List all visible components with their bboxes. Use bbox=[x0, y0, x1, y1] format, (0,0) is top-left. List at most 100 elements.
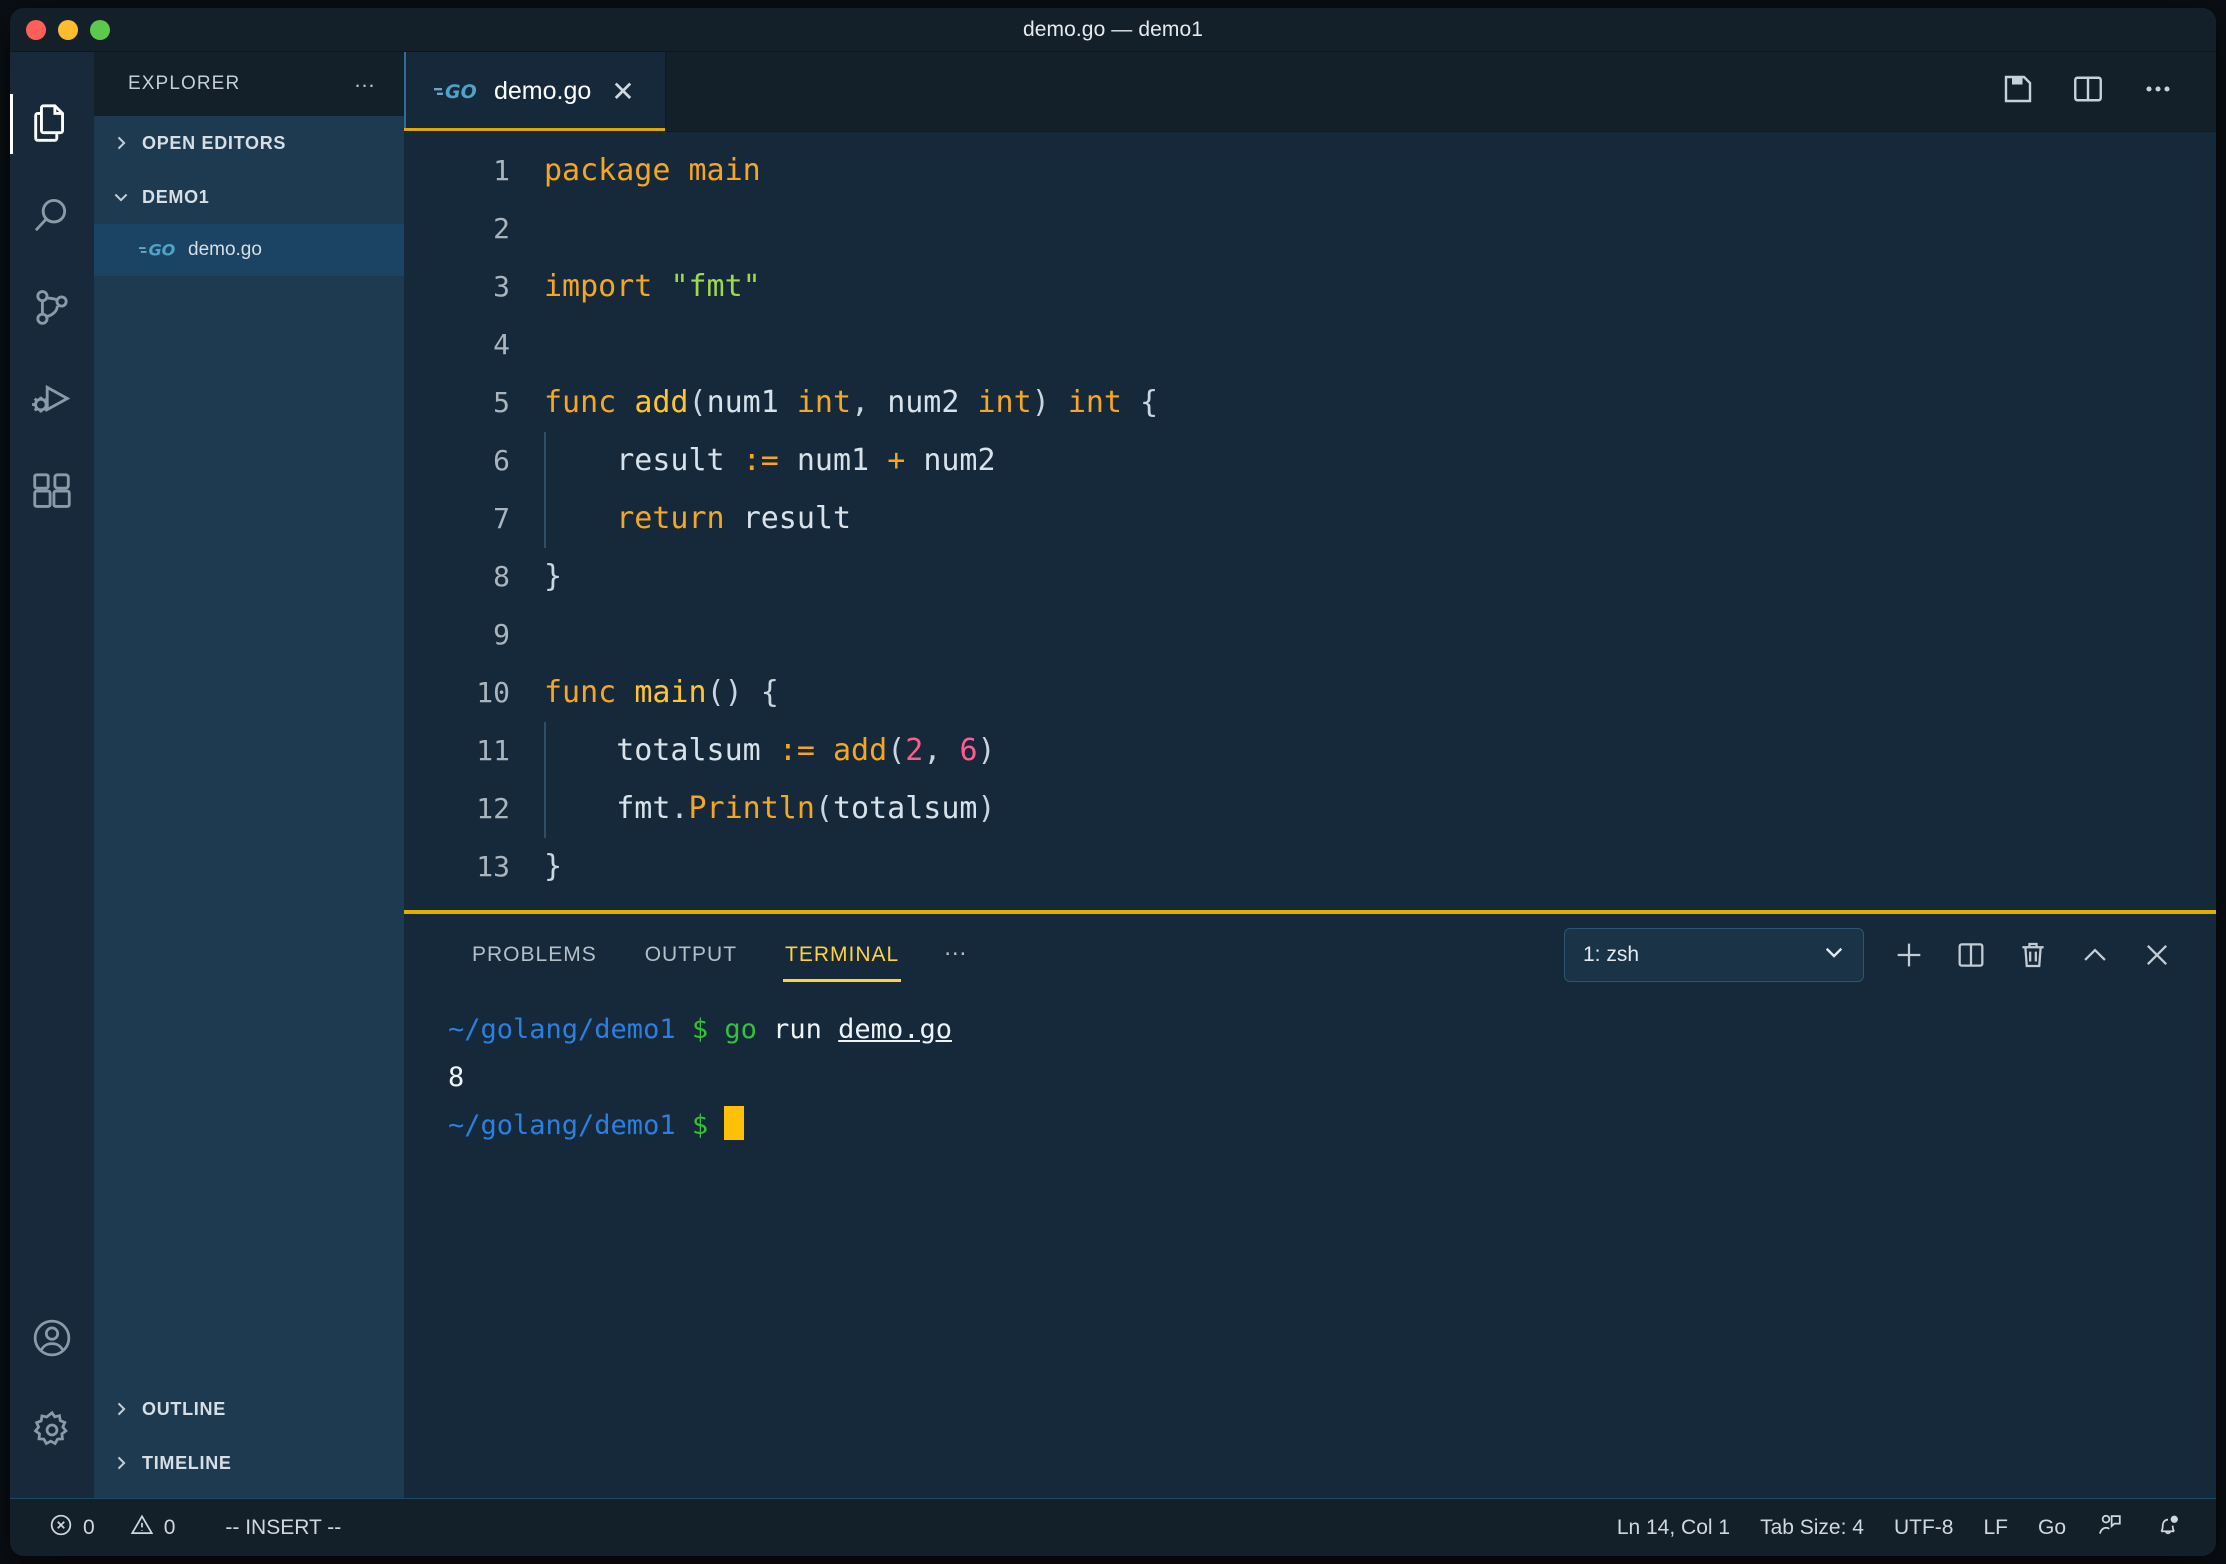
tab-problems[interactable]: PROBLEMS bbox=[448, 914, 621, 996]
ellipsis-icon[interactable] bbox=[2140, 71, 2176, 112]
sidebar-more-actions-button[interactable]: … bbox=[354, 75, 379, 93]
line-number: 8 bbox=[404, 548, 544, 606]
status-tab-size[interactable]: Tab Size: 4 bbox=[1748, 1516, 1876, 1540]
split-editor-icon[interactable] bbox=[2070, 71, 2106, 112]
status-language-mode[interactable]: Go bbox=[2026, 1516, 2078, 1540]
sidebar-section-timeline[interactable]: TIMELINE bbox=[94, 1436, 404, 1490]
line-content: } bbox=[544, 548, 562, 606]
terminal-file-link[interactable]: demo.go bbox=[838, 1014, 952, 1045]
terminal-prompt-symbol: $ bbox=[692, 1110, 708, 1141]
terminal-output[interactable]: ~/golang/demo1 $ go run demo.go 8 ~/gola… bbox=[404, 996, 2216, 1498]
line-number: 10 bbox=[404, 664, 544, 722]
files-icon bbox=[29, 101, 75, 147]
chevron-up-icon[interactable] bbox=[2078, 938, 2112, 972]
terminal-select[interactable]: 1: zsh bbox=[1564, 928, 1864, 982]
bottom-panel: PROBLEMS OUTPUT TERMINAL … 1: zsh bbox=[404, 914, 2216, 1498]
code-token bbox=[725, 501, 743, 536]
sidebar-section-outline[interactable]: OUTLINE bbox=[94, 1382, 404, 1436]
svg-text:GO: GO bbox=[445, 81, 477, 103]
code-token: () { bbox=[707, 675, 779, 710]
line-number: 14 bbox=[404, 896, 544, 914]
code-editor[interactable]: 1package main23import "fmt"45func add(nu… bbox=[404, 132, 2216, 914]
status-errors-count: 0 bbox=[83, 1516, 95, 1540]
sidebar-section-demo1[interactable]: DEMO1 bbox=[94, 170, 404, 224]
terminal-cursor bbox=[724, 1106, 744, 1140]
status-vim-mode: -- INSERT -- bbox=[197, 1516, 353, 1540]
status-feedback[interactable] bbox=[2084, 1511, 2136, 1545]
code-token bbox=[616, 385, 634, 420]
editor-group: GO demo.go ✕ bbox=[404, 52, 2216, 1498]
code-token: import bbox=[544, 269, 652, 304]
code-line: 9 bbox=[404, 606, 2216, 664]
code-token bbox=[779, 443, 797, 478]
status-tab-size-label: Tab Size: 4 bbox=[1760, 1516, 1864, 1540]
code-line: 14 bbox=[404, 896, 2216, 914]
split-icon[interactable] bbox=[1954, 938, 1988, 972]
explorer-file-demo-go[interactable]: GO demo.go bbox=[94, 224, 404, 276]
activity-item-explorer[interactable] bbox=[10, 78, 94, 170]
code-line: 6 result := num1 + num2 bbox=[404, 432, 2216, 490]
code-lines: 1package main23import "fmt"45func add(nu… bbox=[404, 132, 2216, 914]
run-debug-icon bbox=[29, 377, 75, 423]
close-icon[interactable]: ✕ bbox=[607, 78, 638, 106]
status-bar-left: 0 0 -- INSERT -- bbox=[10, 1512, 353, 1544]
code-token: Println bbox=[689, 791, 815, 826]
terminal-prompt-path: ~/golang/demo1 bbox=[448, 1110, 676, 1141]
zoom-window-button[interactable] bbox=[90, 20, 110, 40]
activity-item-run-and-debug[interactable] bbox=[10, 354, 94, 446]
save-icon[interactable] bbox=[2000, 71, 2036, 112]
minimize-window-button[interactable] bbox=[58, 20, 78, 40]
panel-tab-label: TERMINAL bbox=[785, 943, 899, 967]
editor-actions bbox=[2000, 52, 2216, 131]
panel-tabs: PROBLEMS OUTPUT TERMINAL … 1: zsh bbox=[404, 914, 2216, 996]
code-token: int bbox=[978, 385, 1032, 420]
tab-terminal[interactable]: TERMINAL bbox=[761, 914, 923, 996]
status-cursor-position[interactable]: Ln 14, Col 1 bbox=[1605, 1516, 1742, 1540]
code-token: int bbox=[797, 385, 851, 420]
vscode-window: demo.go — demo1 bbox=[10, 8, 2216, 1556]
panel-more-actions-button[interactable]: … bbox=[923, 934, 996, 976]
activity-item-source-control[interactable] bbox=[10, 262, 94, 354]
tab-output[interactable]: OUTPUT bbox=[621, 914, 761, 996]
code-token: , bbox=[923, 733, 959, 768]
traffic-lights bbox=[10, 20, 110, 40]
chevron-right-icon bbox=[108, 1453, 134, 1473]
trash-icon[interactable] bbox=[2016, 938, 2050, 972]
close-icon[interactable] bbox=[2140, 938, 2174, 972]
status-notifications[interactable] bbox=[2142, 1511, 2194, 1545]
bell-icon bbox=[2154, 1511, 2182, 1545]
status-encoding[interactable]: UTF-8 bbox=[1882, 1516, 1966, 1540]
code-token: ( bbox=[689, 385, 707, 420]
workbench-body: EXPLORER … OPEN EDITORS DEMO1 bbox=[10, 52, 2216, 1498]
code-token bbox=[779, 385, 797, 420]
sidebar-section-label: DEMO1 bbox=[142, 187, 210, 208]
code-token bbox=[905, 443, 923, 478]
code-token bbox=[544, 501, 616, 536]
panel-tab-label: PROBLEMS bbox=[472, 943, 597, 967]
code-token: . bbox=[670, 791, 688, 826]
activity-item-search[interactable] bbox=[10, 170, 94, 262]
tabs-filler bbox=[666, 52, 2000, 131]
activity-item-manage[interactable] bbox=[10, 1384, 94, 1476]
status-warnings[interactable]: 0 bbox=[117, 1512, 188, 1544]
code-token: := bbox=[779, 733, 815, 768]
indent-guide bbox=[544, 780, 546, 838]
close-window-button[interactable] bbox=[26, 20, 46, 40]
activity-item-extensions[interactable] bbox=[10, 446, 94, 538]
line-content: package main bbox=[544, 142, 761, 200]
panel-tools: 1: zsh bbox=[1564, 928, 2216, 982]
code-token: fmt bbox=[616, 791, 670, 826]
indent-guide bbox=[544, 722, 546, 780]
sidebar-section-open-editors[interactable]: OPEN EDITORS bbox=[94, 116, 404, 170]
account-icon bbox=[30, 1316, 74, 1360]
code-token: ) bbox=[978, 733, 996, 768]
status-eol[interactable]: LF bbox=[1971, 1516, 2020, 1540]
sidebar-section-label: OUTLINE bbox=[142, 1399, 226, 1420]
editor-tab-demo-go[interactable]: GO demo.go ✕ bbox=[404, 52, 666, 131]
plus-icon[interactable] bbox=[1892, 938, 1926, 972]
code-line: 13} bbox=[404, 838, 2216, 896]
status-errors[interactable]: 0 bbox=[36, 1512, 107, 1544]
line-number: 12 bbox=[404, 780, 544, 838]
activity-item-accounts[interactable] bbox=[10, 1292, 94, 1384]
code-token bbox=[725, 443, 743, 478]
